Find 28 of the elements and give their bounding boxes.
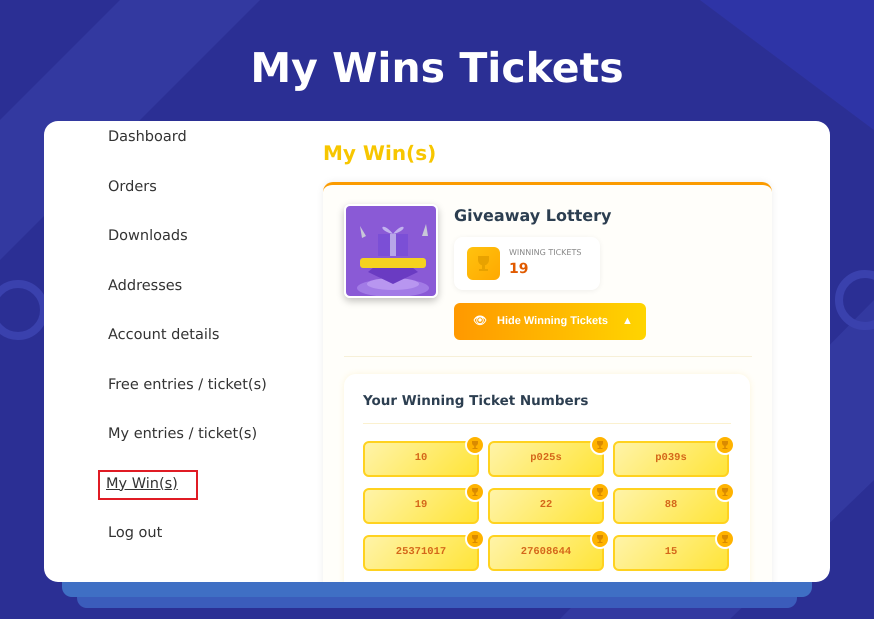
sidebar-link[interactable]: My Win(s) bbox=[98, 470, 198, 500]
trophy-icon bbox=[590, 435, 610, 456]
sidebar-link[interactable]: Addresses bbox=[101, 274, 190, 323]
trophy-icon bbox=[715, 482, 735, 502]
background-ring bbox=[835, 270, 874, 330]
sidebar-link[interactable]: Downloads bbox=[101, 224, 195, 274]
trophy-icon bbox=[465, 529, 485, 550]
trophy-icon bbox=[590, 482, 610, 502]
page-title: My Wins Tickets bbox=[250, 43, 624, 94]
sidebar-link[interactable]: My entries / ticket(s) bbox=[101, 422, 264, 472]
eye-icon: 👁 bbox=[473, 313, 487, 330]
caret-icon: ▲ bbox=[622, 313, 633, 330]
trophy-icon bbox=[465, 435, 485, 456]
panel-heading: Your Winning Ticket Numbers bbox=[363, 391, 731, 424]
trophy-icon bbox=[467, 247, 500, 280]
sidebar-link[interactable]: Account details bbox=[101, 323, 226, 372]
sidebar-link[interactable]: Log out bbox=[101, 520, 170, 570]
stat-value: 19 bbox=[509, 260, 530, 279]
trophy-icon bbox=[715, 435, 735, 456]
sidebar-link[interactable]: Free entries / ticket(s) bbox=[101, 372, 274, 422]
trophy-icon bbox=[715, 529, 735, 550]
trophy-icon bbox=[465, 482, 485, 502]
trophy-icon bbox=[590, 529, 610, 550]
sidebar-link[interactable]: Orders bbox=[101, 174, 164, 224]
sidebar-link[interactable]: Dashboard bbox=[101, 125, 194, 174]
lottery-name: Giveaway Lottery bbox=[454, 205, 612, 227]
section-heading: My Win(s) bbox=[323, 141, 438, 165]
stat-label: WINNING TICKETS bbox=[509, 247, 582, 259]
